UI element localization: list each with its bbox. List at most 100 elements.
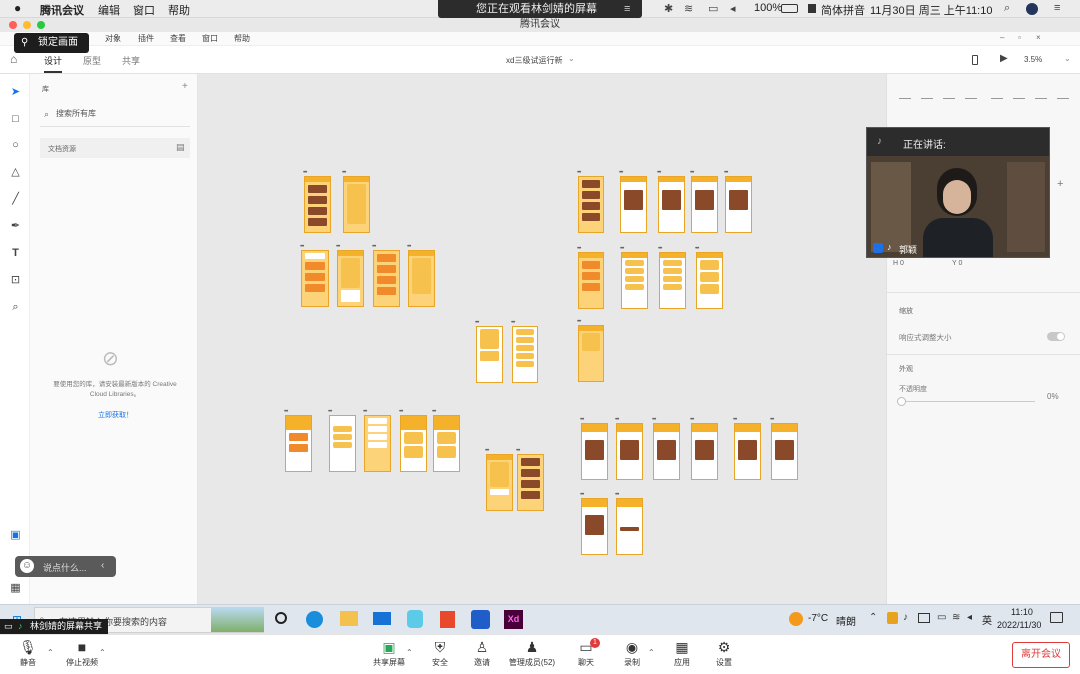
artboard[interactable]: [517, 454, 544, 511]
artboard[interactable]: [578, 176, 604, 233]
collapse-chevron-icon[interactable]: ‹: [101, 560, 104, 571]
chat-input-bar[interactable]: ☺ 说点什么... ‹: [15, 556, 116, 577]
select-tool-icon[interactable]: ➤: [9, 86, 22, 99]
leave-meeting-button[interactable]: 离开会议: [1012, 642, 1070, 668]
mail-icon[interactable]: [373, 612, 391, 625]
app-icon[interactable]: [407, 610, 423, 628]
tray-app-icon[interactable]: [887, 612, 898, 624]
align-center-icon[interactable]: [921, 87, 933, 99]
zoom-tool-icon[interactable]: ⌕: [9, 301, 22, 314]
polygon-tool-icon[interactable]: △: [9, 166, 22, 179]
weather-desc[interactable]: 晴朗: [836, 613, 856, 628]
minimize-window-icon[interactable]: [23, 21, 31, 29]
invite-button[interactable]: ♙ 邀请: [454, 639, 510, 668]
home-icon[interactable]: ⌂: [10, 52, 17, 66]
xd-menu-help[interactable]: 帮助: [234, 33, 250, 44]
y-position-label[interactable]: Y 0: [952, 260, 962, 267]
artboard[interactable]: [691, 176, 718, 233]
xd-menu-window[interactable]: 窗口: [202, 33, 218, 44]
task-view-icon[interactable]: [275, 612, 287, 624]
artboard[interactable]: [620, 176, 647, 233]
tray-display-icon[interactable]: [918, 613, 930, 623]
artboard[interactable]: [691, 423, 718, 480]
artboard[interactable]: [653, 423, 680, 480]
artboard[interactable]: [616, 498, 643, 555]
settings-button[interactable]: ⚙ 设置: [696, 639, 752, 668]
artboard-tool-icon[interactable]: ⊡: [9, 274, 22, 287]
edge-icon[interactable]: [306, 611, 323, 628]
list-icon[interactable]: ≡: [624, 0, 630, 18]
opacity-value[interactable]: 0%: [1047, 392, 1059, 401]
tab-design[interactable]: 设计: [44, 54, 63, 73]
line-tool-icon[interactable]: ╱: [9, 193, 22, 206]
manage-members-button[interactable]: ♟ 管理成员(52): [504, 639, 560, 668]
airplay-icon[interactable]: ▭: [708, 2, 718, 15]
artboard[interactable]: [696, 252, 723, 309]
zoom-chevron-icon[interactable]: ⌄: [1064, 54, 1071, 63]
align-right-icon[interactable]: [943, 87, 955, 99]
artboard[interactable]: [364, 415, 391, 472]
artboard[interactable]: [578, 252, 604, 309]
input-method[interactable]: 简体拼音: [821, 2, 865, 18]
artboard[interactable]: [725, 176, 752, 233]
add-library-icon[interactable]: +: [182, 81, 188, 92]
folder-icon[interactable]: ▤: [176, 142, 185, 153]
play-preview-icon[interactable]: ▶: [1000, 53, 1008, 64]
volume-icon[interactable]: ◂: [730, 2, 736, 15]
tray-ime[interactable]: 英: [982, 612, 992, 627]
artboard[interactable]: [658, 176, 685, 233]
install-link[interactable]: 立即获取！: [98, 410, 133, 420]
align-bottom-icon[interactable]: [1035, 87, 1047, 99]
responsive-resize-toggle[interactable]: [1047, 332, 1065, 341]
xd-menu-plugins[interactable]: 插件: [138, 33, 154, 44]
tray-chevron-icon[interactable]: ⌃: [869, 612, 877, 623]
taskbar-date[interactable]: 2022/11/30: [997, 620, 1041, 630]
rectangle-tool-icon[interactable]: □: [9, 113, 22, 126]
menu-edit[interactable]: 编辑: [98, 2, 120, 18]
siri-icon[interactable]: [1026, 3, 1038, 15]
lock-screen-button[interactable]: ⚲ 锁定画面: [14, 33, 89, 53]
xd-menu-view[interactable]: 查看: [170, 33, 186, 44]
design-canvas[interactable]: ••• ••• ••• ••• ••• ••• ••• ••• ••• ••• …: [198, 74, 886, 604]
close-window-icon[interactable]: [9, 21, 17, 29]
artboard[interactable]: [659, 252, 686, 309]
artboard[interactable]: [400, 415, 427, 472]
menu-datetime[interactable]: 11月30日 周三 上午11:10: [870, 2, 992, 18]
artboard[interactable]: [329, 415, 356, 472]
zoom-level[interactable]: 3.5%: [1024, 55, 1042, 64]
xd-restore-icon[interactable]: ▫: [1018, 33, 1021, 42]
plugins-icon[interactable]: ▦: [9, 582, 22, 595]
align-top-icon[interactable]: [991, 87, 1003, 99]
fullscreen-window-icon[interactable]: [37, 21, 45, 29]
mute-options-chevron-icon[interactable]: ⌃: [47, 648, 54, 657]
artboard[interactable]: [578, 325, 604, 382]
artboard[interactable]: [304, 176, 331, 233]
menu-window[interactable]: 窗口: [133, 2, 155, 18]
video-options-chevron-icon[interactable]: ⌃: [99, 648, 106, 657]
align-left-icon[interactable]: [899, 87, 911, 99]
tray-volume-icon[interactable]: ◂: [967, 612, 972, 623]
artboard[interactable]: [285, 415, 312, 472]
tab-prototype[interactable]: 原型: [83, 54, 101, 67]
artboard[interactable]: [476, 326, 503, 383]
wifi-icon[interactable]: ≋: [684, 2, 693, 15]
spotlight-search-icon[interactable]: ⌕: [1004, 2, 1010, 15]
adobe-xd-icon[interactable]: Xd: [504, 610, 523, 629]
tray-network-icon[interactable]: ▭: [937, 612, 946, 623]
tencent-meeting-icon[interactable]: [471, 610, 490, 629]
library-search-input[interactable]: 搜索所有库: [56, 108, 96, 119]
xd-close-icon[interactable]: ×: [1036, 33, 1041, 42]
office-icon[interactable]: [440, 611, 455, 628]
artboard[interactable]: [337, 250, 364, 307]
artboard[interactable]: [301, 250, 329, 307]
x-position-label[interactable]: H 0: [893, 260, 904, 267]
tab-share[interactable]: 共享: [122, 54, 140, 67]
document-title[interactable]: xd三级试运行新: [506, 55, 562, 66]
artboard[interactable]: [734, 423, 761, 480]
add-icon[interactable]: +: [1057, 178, 1063, 190]
align-middle-icon[interactable]: [1013, 87, 1025, 99]
artboard[interactable]: [408, 250, 435, 307]
ellipse-tool-icon[interactable]: ○: [9, 139, 22, 152]
chat-input[interactable]: 说点什么...: [43, 561, 87, 574]
text-tool-icon[interactable]: T: [9, 247, 22, 260]
